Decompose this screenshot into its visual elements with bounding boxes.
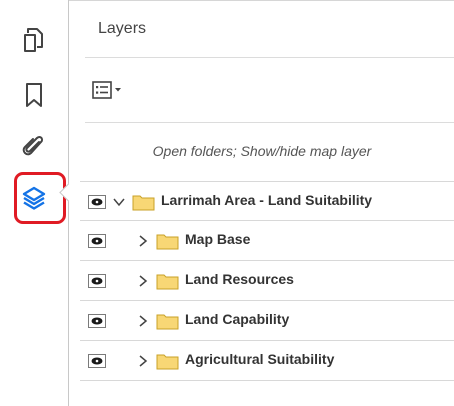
layer-row[interactable]: Agricultural Suitability [80, 341, 454, 381]
visibility-toggle[interactable] [88, 354, 106, 368]
chevron-down-icon[interactable] [112, 195, 126, 209]
chevron-right-icon[interactable] [136, 274, 150, 288]
layers-panel: Layers Open folders; Show/hide map layer… [70, 0, 454, 406]
bookmarks-button[interactable] [20, 81, 48, 109]
layer-name: Larrimah Area - Land Suitability [161, 192, 373, 208]
layer-row[interactable]: Map Base [80, 221, 454, 261]
eye-icon [91, 317, 103, 325]
chevron-right-icon[interactable] [136, 314, 150, 328]
folder-icon [156, 274, 179, 290]
visibility-toggle[interactable] [88, 314, 106, 328]
layer-row[interactable]: Land Resources [80, 261, 454, 301]
paperclip-icon [22, 135, 44, 156]
layer-name: Land Resources [185, 271, 294, 287]
layer-name: Agricultural Suitability [185, 351, 335, 367]
page-thumbnails-button[interactable] [20, 26, 48, 54]
eye-icon [91, 277, 103, 285]
attachments-button[interactable] [20, 133, 48, 161]
eye-icon [91, 237, 103, 245]
chevron-right-icon[interactable] [136, 234, 150, 248]
layer-row[interactable]: Land Capability [80, 301, 454, 341]
chevron-right-icon[interactable] [136, 354, 150, 368]
folder-icon [132, 195, 155, 211]
visibility-toggle[interactable] [88, 274, 106, 288]
layers-hint-text: Open folders; Show/hide map layer [152, 143, 372, 159]
visibility-toggle[interactable] [88, 195, 106, 209]
eye-icon [91, 357, 103, 365]
visibility-toggle[interactable] [88, 234, 106, 248]
eye-icon [91, 198, 103, 206]
toolbar-divider [85, 122, 454, 123]
layers-button-highlight [14, 172, 66, 224]
layer-name: Map Base [185, 231, 251, 247]
panel-divider [85, 57, 454, 58]
layer-options-button[interactable] [92, 77, 132, 103]
folder-icon [156, 314, 179, 330]
panel-title: Layers [98, 20, 147, 37]
copy-pages-icon [24, 28, 43, 52]
folder-icon [156, 234, 179, 250]
list-options-icon [92, 81, 121, 99]
folder-icon [156, 354, 179, 370]
layer-name: Land Capability [185, 311, 290, 327]
layer-row[interactable]: Larrimah Area - Land Suitability [80, 181, 454, 221]
bookmark-icon [26, 83, 42, 107]
